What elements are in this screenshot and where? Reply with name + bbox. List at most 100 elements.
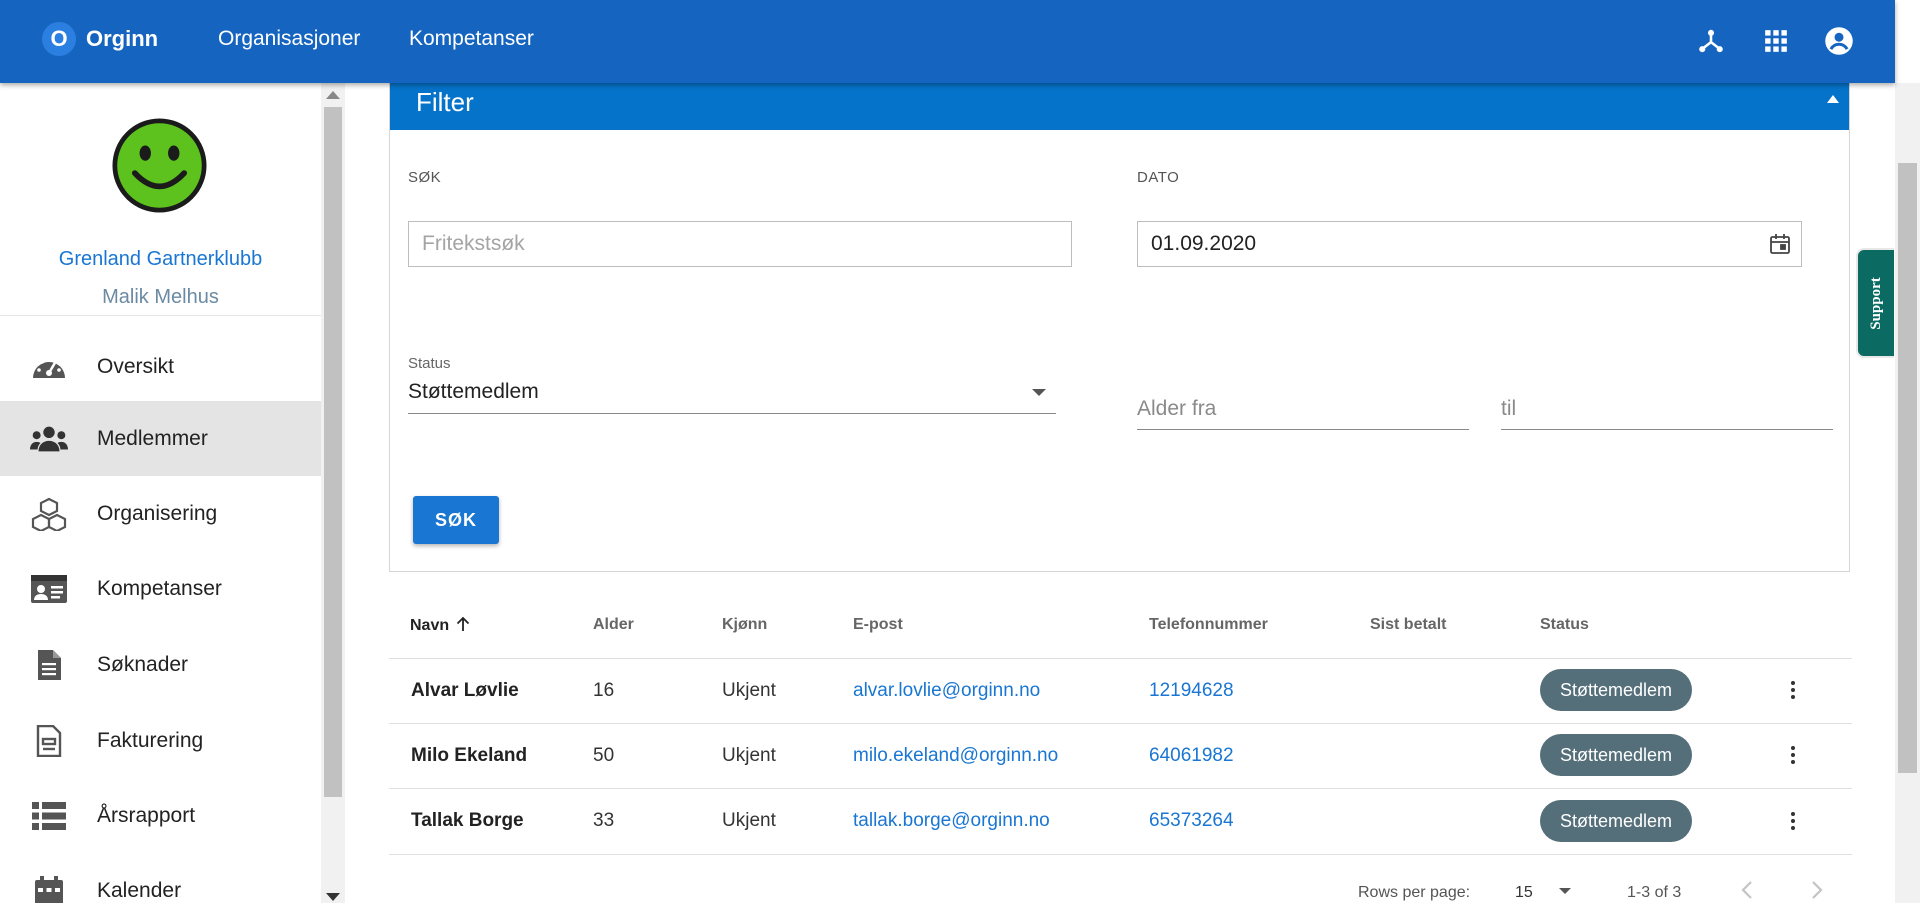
page-scroll-thumb[interactable] [1898, 163, 1917, 773]
cell-email-link[interactable]: alvar.lovlie@orginn.no [853, 680, 1040, 702]
cell-phone-link[interactable]: 12194628 [1149, 680, 1234, 702]
id-card-icon [30, 570, 68, 608]
cell-age: 50 [593, 745, 615, 766]
cell-age: 16 [593, 680, 615, 701]
sidebar-scrollbar[interactable] [321, 83, 345, 903]
sidebar-item-oversikt[interactable]: Oversikt [0, 329, 321, 404]
search-input[interactable]: Fritekstsøk [408, 221, 1072, 267]
status-select[interactable]: Støttemedlem [408, 374, 1056, 414]
sidebar-item-fakturering[interactable]: Fakturering [0, 703, 321, 778]
cell-gender: Ukjent [722, 745, 776, 766]
sidebar-item-label: Organisering [97, 501, 218, 525]
dropdown-arrow-icon [1032, 389, 1046, 396]
column-header-navn[interactable]: Navn [410, 616, 470, 637]
next-page-icon[interactable] [1810, 880, 1824, 905]
sidebar-item-label: Medlemmer [97, 426, 208, 450]
smiley-avatar-icon [112, 118, 207, 213]
table-row-divider [389, 854, 1852, 855]
account-circle-icon[interactable] [1822, 24, 1856, 58]
filter-card [389, 83, 1850, 572]
age-from-placeholder: Alder fra [1137, 397, 1217, 420]
date-value: 01.09.2020 [1151, 232, 1257, 255]
cell-email-link[interactable]: milo.ekeland@orginn.no [853, 745, 1058, 767]
rows-per-page-select[interactable]: 15 [1515, 884, 1572, 902]
cell-age: 33 [593, 810, 615, 831]
sidebar-item-soknader[interactable]: Søknader [0, 627, 321, 702]
age-to-placeholder: til [1501, 397, 1517, 420]
sidebar-item-label: Kalender [97, 878, 182, 902]
column-header-sist-betalt[interactable]: Sist betalt [1370, 616, 1446, 634]
sort-ascending-icon [456, 616, 470, 637]
search-placeholder: Fritekstsøk [422, 232, 525, 255]
rows-per-page-label: Rows per page: [1358, 884, 1471, 901]
sidebar-item-label: Årsrapport [97, 803, 196, 827]
sidebar-item-arsrapport[interactable]: Årsrapport [0, 778, 321, 853]
support-label: Support [1867, 276, 1884, 330]
table-row-divider [389, 658, 1852, 659]
status-badge: Støttemedlem [1540, 734, 1692, 776]
collapse-caret-icon[interactable] [1827, 95, 1839, 103]
page-scrollbar[interactable] [1895, 83, 1920, 903]
previous-page-icon[interactable] [1740, 880, 1754, 905]
cell-name: Milo Ekeland [411, 745, 528, 766]
support-tab[interactable]: Support [1856, 248, 1894, 358]
column-header-telefonnummer[interactable]: Telefonnummer [1149, 616, 1268, 634]
scroll-down-arrow-icon[interactable] [326, 893, 340, 901]
calendar-icon [30, 872, 68, 903]
search-button[interactable]: SØK [413, 496, 499, 544]
filter-title: Filter [416, 87, 474, 117]
cell-name: Alvar Løvlie [411, 680, 519, 701]
sidebar: Grenland Gartnerklubb Malik Melhus Overs… [0, 83, 321, 903]
search-label: SØK [408, 169, 442, 186]
apps-grid-icon[interactable] [1759, 24, 1793, 58]
sidebar-item-kalender[interactable]: Kalender [0, 853, 321, 903]
date-label: DATO [1137, 169, 1180, 186]
dashboard-gauge-icon [30, 348, 68, 386]
more-options-icon[interactable] [1783, 675, 1803, 705]
status-badge: Støttemedlem [1540, 800, 1692, 842]
pagination-range: 1-3 of 3 [1627, 884, 1682, 901]
calendar-picker-icon[interactable] [1769, 233, 1791, 261]
scroll-up-arrow-icon[interactable] [326, 91, 340, 99]
age-from-input[interactable]: Alder fra [1137, 390, 1469, 430]
people-icon [30, 420, 68, 458]
network-icon[interactable] [1694, 24, 1728, 58]
column-header-status[interactable]: Status [1540, 616, 1589, 634]
organization-name[interactable]: Grenland Gartnerklubb [0, 248, 321, 271]
date-field[interactable]: 01.09.2020 [1137, 221, 1802, 267]
column-header-alder[interactable]: Alder [593, 616, 634, 634]
cell-gender: Ukjent [722, 680, 776, 701]
more-options-icon[interactable] [1783, 740, 1803, 770]
sidebar-item-organisering[interactable]: Organisering [0, 476, 321, 551]
more-options-icon[interactable] [1783, 806, 1803, 836]
sidebar-item-kompetanser[interactable]: Kompetanser [0, 551, 321, 626]
top-app-bar: O Orginn Organisasjoner Kompetanser [0, 0, 1895, 83]
column-header-kjonn[interactable]: Kjønn [722, 616, 767, 634]
brand-logo: O [42, 22, 76, 56]
nav-kompetanser[interactable]: Kompetanser [409, 27, 534, 51]
column-header-epost[interactable]: E-post [853, 616, 903, 634]
age-to-input[interactable]: til [1501, 390, 1833, 430]
list-icon [30, 797, 68, 835]
cell-phone-link[interactable]: 64061982 [1149, 745, 1234, 767]
table-row-divider [389, 788, 1852, 789]
filter-header[interactable]: Filter [390, 78, 1849, 130]
sidebar-item-label: Oversikt [97, 354, 175, 378]
cell-phone-link[interactable]: 65373264 [1149, 810, 1234, 832]
brand[interactable]: O Orginn [42, 22, 158, 56]
table-row-divider [389, 723, 1852, 724]
column-header-label: Navn [410, 617, 450, 634]
status-select-value: Støttemedlem [408, 380, 539, 403]
sidebar-divider [0, 315, 321, 316]
rows-per-page-value: 15 [1515, 884, 1533, 901]
sidebar-item-label: Søknader [97, 652, 189, 676]
cell-name: Tallak Borge [411, 810, 524, 831]
cell-gender: Ukjent [722, 810, 776, 831]
status-badge: Støttemedlem [1540, 669, 1692, 711]
nav-organisasjoner[interactable]: Organisasjoner [218, 27, 360, 51]
sidebar-item-medlemmer[interactable]: Medlemmer [0, 401, 321, 476]
dropdown-arrow-icon [1559, 888, 1572, 894]
sidebar-scroll-thumb[interactable] [324, 107, 342, 797]
cell-email-link[interactable]: tallak.borge@orginn.no [853, 810, 1050, 832]
document-icon [30, 646, 68, 684]
